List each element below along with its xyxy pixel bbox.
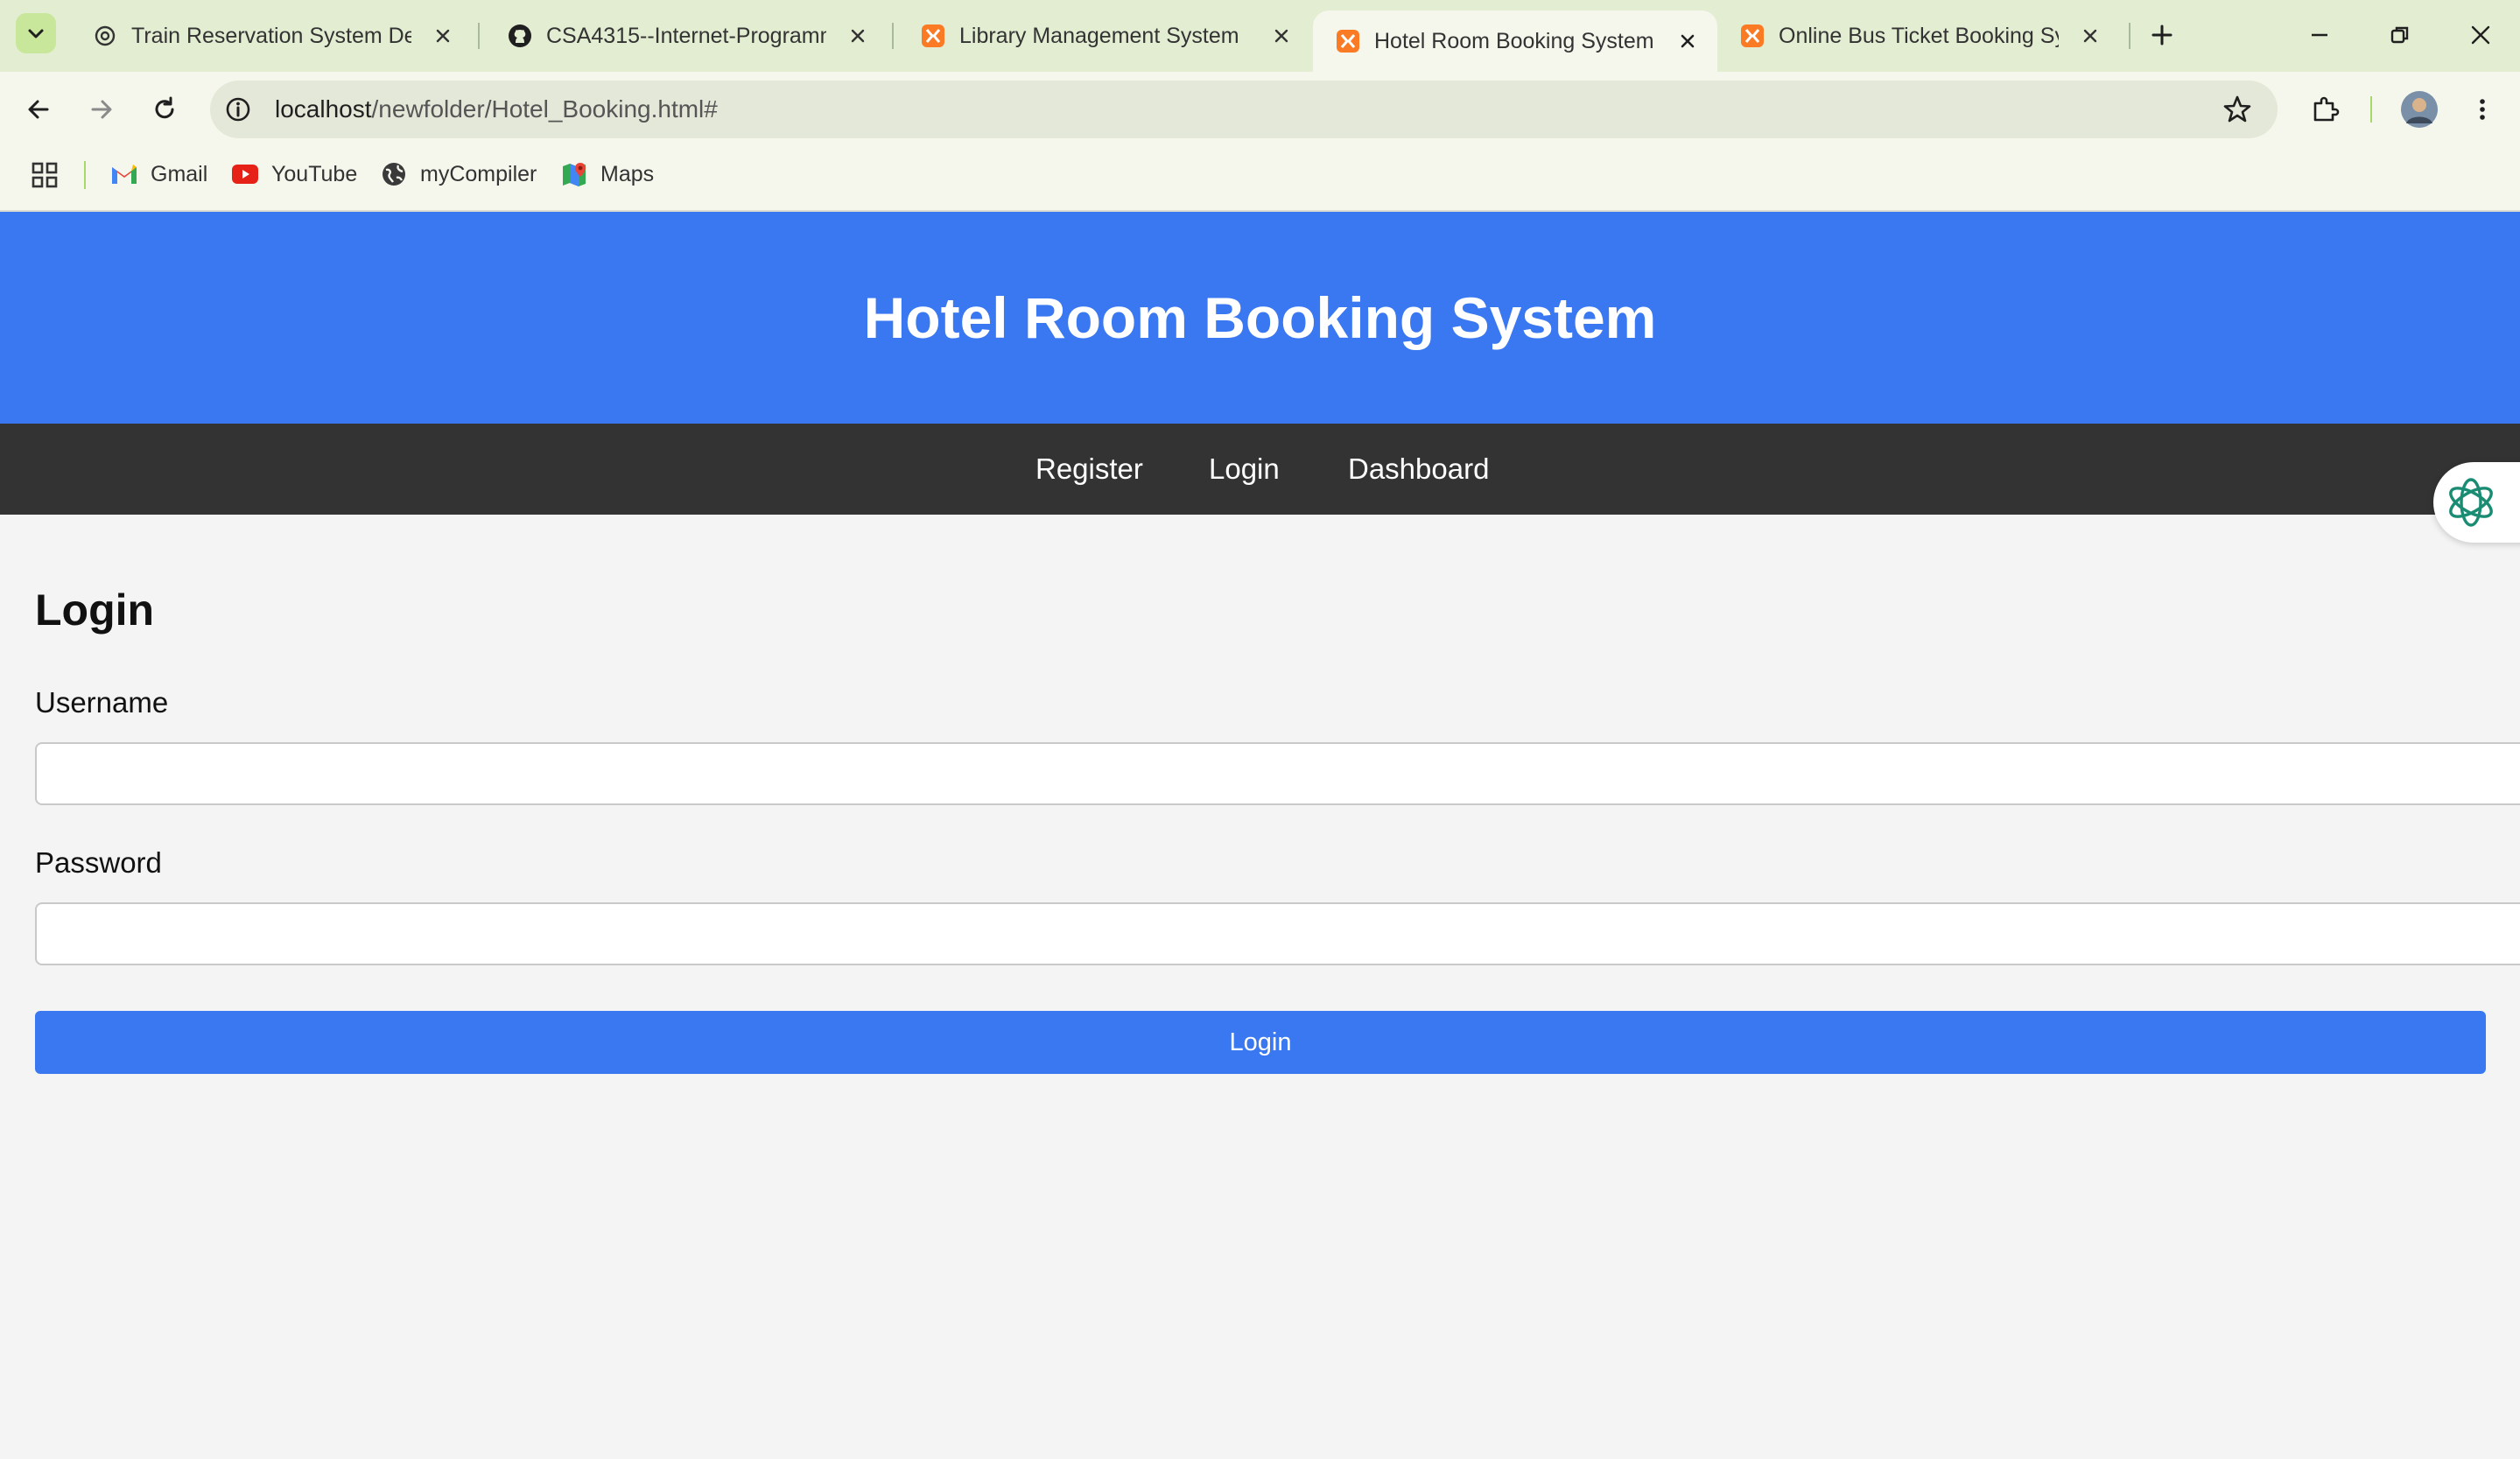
bookmark-label: YouTube	[271, 161, 358, 186]
new-tab-button[interactable]	[2143, 16, 2181, 54]
address-url: localhost/newfolder/Hotel_Booking.html#	[275, 81, 718, 138]
tab-separator	[2129, 23, 2130, 49]
restore-icon	[2390, 26, 2409, 44]
password-input[interactable]	[35, 902, 2520, 965]
browser-menu-button[interactable]	[2460, 87, 2505, 132]
youtube-icon	[231, 160, 259, 188]
close-tab-icon[interactable]	[2080, 25, 2101, 46]
xampp-icon	[1738, 22, 1766, 50]
tab-title: Library Management System	[959, 23, 1239, 48]
restore-button[interactable]	[2374, 12, 2426, 58]
tab-title: CSA4315--Internet-Programming	[546, 23, 826, 48]
address-bar[interactable]: localhost/newfolder/Hotel_Booking.html#	[210, 81, 2278, 138]
xampp-icon	[1334, 27, 1362, 55]
back-button[interactable]	[16, 87, 61, 132]
login-submit-button[interactable]: Login	[35, 1011, 2486, 1074]
extensions-button[interactable]	[2302, 87, 2348, 132]
tab-title: Online Bus Ticket Booking System	[1779, 23, 2059, 48]
assistant-flower-icon	[2449, 478, 2493, 527]
bookmark-label: Maps	[600, 161, 655, 186]
nav-login-link[interactable]: Login	[1209, 424, 1280, 515]
bookmark-maps[interactable]: Maps	[560, 147, 654, 201]
tab-title: Hotel Room Booking System	[1374, 28, 1654, 53]
reload-button[interactable]	[142, 87, 187, 132]
browser-tab-strip: Train Reservation System Design CSA4315-…	[0, 0, 2520, 72]
ai-assistant-button[interactable]	[2433, 462, 2520, 543]
openai-icon	[91, 22, 119, 50]
bookmark-youtube[interactable]: YouTube	[231, 147, 357, 201]
site-nav: Register Login Dashboard	[0, 424, 2520, 515]
plus-icon	[2151, 25, 2173, 46]
nav-register-link[interactable]: Register	[1035, 424, 1143, 515]
browser-tab[interactable]: Train Reservation System Design	[70, 9, 473, 63]
arrow-left-icon	[28, 100, 49, 119]
bookmark-label: Gmail	[151, 161, 208, 186]
apps-grid-icon[interactable]	[30, 160, 60, 194]
tab-separator	[892, 23, 894, 49]
globe-icon	[380, 160, 408, 188]
tab-separator	[478, 23, 480, 49]
bookmarks-divider	[84, 161, 86, 189]
close-window-button[interactable]	[2454, 12, 2507, 58]
password-label: Password	[35, 846, 162, 879]
close-tab-icon[interactable]	[847, 25, 868, 46]
browser-tab[interactable]: CSA4315--Internet-Programming	[485, 9, 888, 63]
bookmark-star-icon[interactable]	[2222, 94, 2253, 130]
more-vert-icon	[2480, 99, 2485, 120]
close-tab-icon[interactable]	[1271, 25, 1292, 46]
browser-toolbar: localhost/newfolder/Hotel_Booking.html#	[0, 72, 2520, 147]
close-tab-icon[interactable]	[432, 25, 453, 46]
site-header: Hotel Room Booking System	[0, 212, 2520, 424]
chevron-down-icon	[28, 29, 44, 39]
username-label: Username	[35, 686, 169, 719]
page-title: Hotel Room Booking System	[863, 285, 1657, 350]
arrow-right-icon	[91, 100, 112, 119]
browser-tab[interactable]: Library Management System	[898, 9, 1311, 63]
xampp-icon	[919, 22, 947, 50]
tab-search-button[interactable]	[16, 13, 56, 53]
nav-dashboard-link[interactable]: Dashboard	[1348, 424, 1489, 515]
puzzle-icon	[2313, 96, 2340, 122]
close-icon	[2471, 25, 2490, 45]
minimize-icon	[2312, 33, 2327, 37]
bookmark-gmail[interactable]: Gmail	[110, 147, 207, 201]
form-title: Login	[35, 586, 155, 635]
browser-tab[interactable]: Online Bus Ticket Booking System	[1717, 9, 2120, 63]
bookmarks-bar: Gmail YouTube myCompiler Maps	[0, 147, 2520, 212]
minimize-button[interactable]	[2293, 12, 2346, 58]
close-tab-icon[interactable]	[1677, 31, 1698, 52]
browser-tab-active[interactable]: Hotel Room Booking System	[1313, 11, 1717, 72]
gmail-icon	[110, 160, 138, 188]
site-info-icon[interactable]	[224, 95, 252, 128]
profile-avatar[interactable]	[2397, 87, 2442, 132]
avatar-icon	[2401, 91, 2438, 128]
reload-icon	[155, 96, 174, 119]
url-host: localhost	[275, 95, 372, 123]
maps-icon	[560, 160, 588, 188]
tab-title: Train Reservation System Design	[131, 23, 411, 48]
url-path: /newfolder/Hotel_Booking.html#	[371, 95, 718, 123]
username-input[interactable]	[35, 742, 2520, 805]
toolbar-divider	[2370, 96, 2372, 123]
bookmark-label: myCompiler	[420, 161, 537, 186]
bookmark-mycompiler[interactable]: myCompiler	[380, 147, 537, 201]
github-icon	[506, 22, 534, 50]
forward-button[interactable]	[79, 87, 124, 132]
